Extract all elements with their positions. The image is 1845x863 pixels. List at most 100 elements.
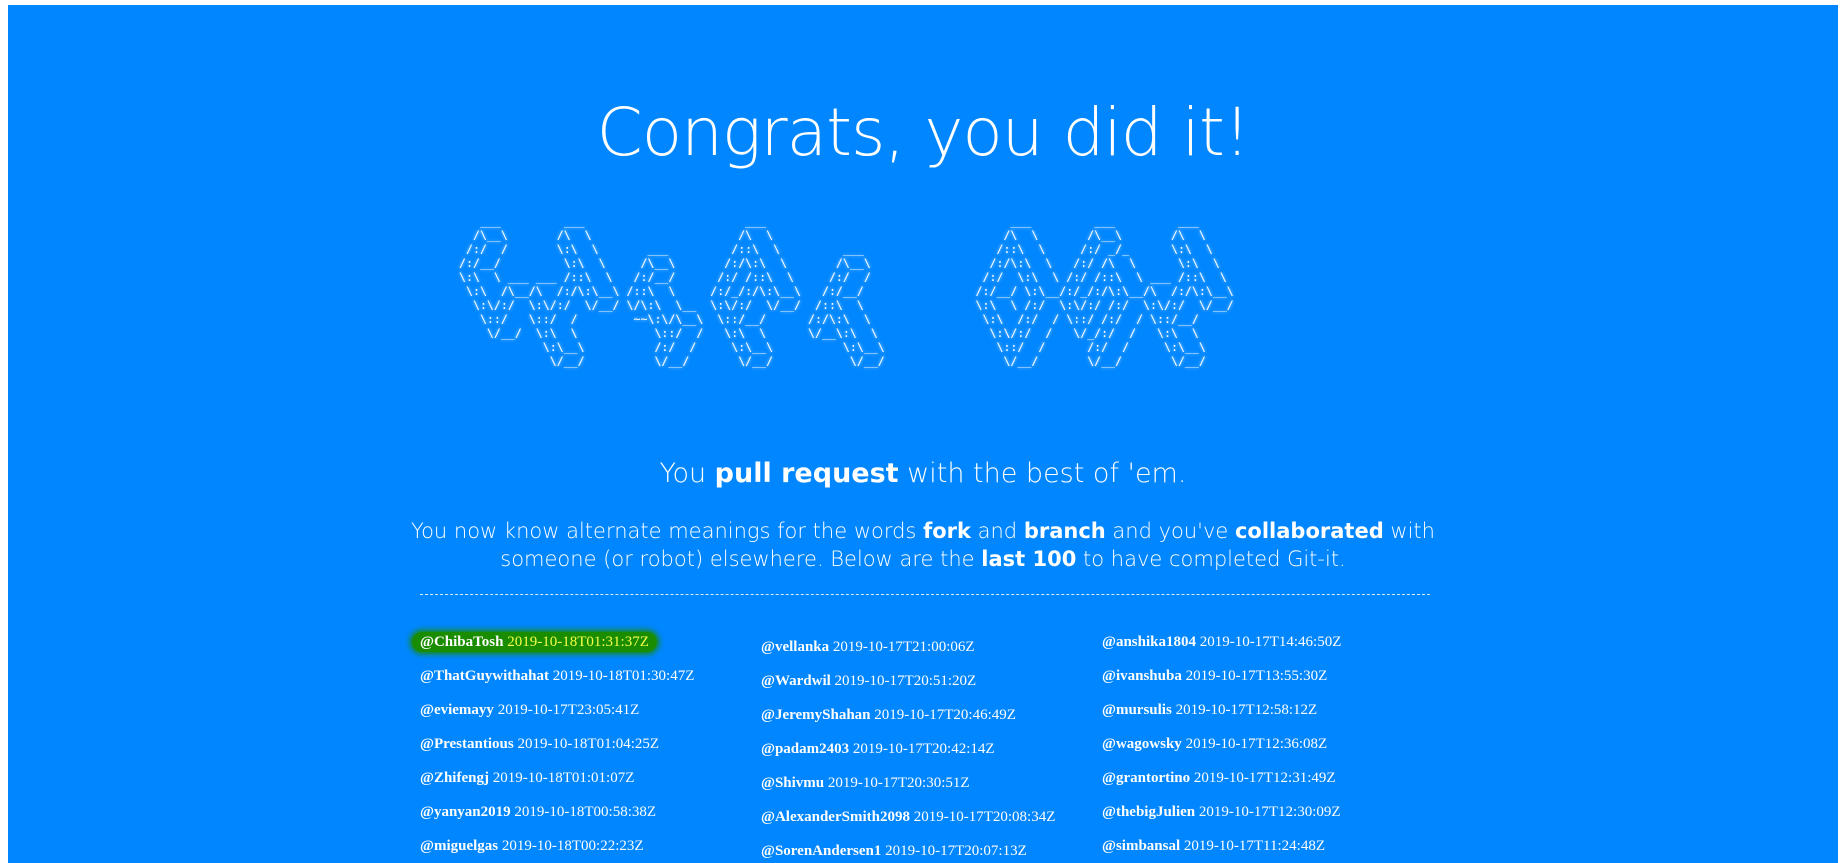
completion-timestamp: 2019-10-17T13:55:30Z bbox=[1185, 668, 1328, 684]
completion-entry: @wagowsky 2019-10-17T12:36:08Z bbox=[1102, 736, 1327, 752]
description-bold-branch: branch bbox=[1023, 519, 1106, 543]
completion-item: @vellanka 2019-10-17T21:00:06Z bbox=[761, 630, 1055, 664]
page-background: Congrats, you did it! ___ ___ ___ ___ __… bbox=[8, 5, 1838, 863]
completion-timestamp: 2019-10-17T20:08:34Z bbox=[913, 809, 1056, 825]
user-link[interactable]: @wagowsky bbox=[1102, 736, 1182, 752]
completions-column-1: @ChibaTosh 2019-10-18T01:31:37Z @ThatGuyw… bbox=[412, 625, 694, 863]
user-link[interactable]: @Wardwil bbox=[761, 673, 831, 689]
completion-item: @padam2403 2019-10-17T20:42:14Z bbox=[761, 732, 1055, 766]
tagline: You pull request with the best of 'em. bbox=[8, 457, 1838, 491]
completion-item: @mursulis 2019-10-17T12:58:12Z bbox=[1102, 693, 1341, 727]
completion-item: @eviemayy 2019-10-17T23:05:41Z bbox=[420, 693, 694, 727]
completion-entry: @yanyan2019 2019-10-18T00:58:38Z bbox=[420, 804, 656, 820]
completion-item: @ThatGuywithahat 2019-10-18T01:30:47Z bbox=[420, 659, 694, 693]
completion-entry: @padam2403 2019-10-17T20:42:14Z bbox=[761, 741, 995, 757]
description-bold-fork: fork bbox=[923, 519, 971, 543]
user-link[interactable]: @Zhifengj bbox=[420, 770, 489, 786]
completion-timestamp: 2019-10-18T01:31:37Z bbox=[507, 634, 649, 650]
page-title: Congrats, you did it! bbox=[596, 94, 1251, 171]
user-link[interactable]: @ivanshuba bbox=[1102, 668, 1182, 684]
completions-column-2: @vellanka 2019-10-17T21:00:06Z @Wardwil 2… bbox=[761, 630, 1055, 863]
completion-entry: @Prestantious 2019-10-18T01:04:25Z bbox=[420, 736, 659, 752]
user-link[interactable]: @miguelgas bbox=[420, 838, 498, 854]
completion-item: @Zhifengj 2019-10-18T01:01:07Z bbox=[420, 761, 694, 795]
user-link[interactable]: @thebigJulien bbox=[1102, 804, 1195, 820]
completion-item: @SorenAndersen1 2019-10-17T20:07:13Z bbox=[761, 834, 1055, 863]
tagline-pre: You bbox=[659, 458, 715, 489]
completion-timestamp: 2019-10-17T20:51:20Z bbox=[834, 673, 977, 689]
completion-timestamp: 2019-10-17T11:24:48Z bbox=[1183, 838, 1325, 854]
user-link[interactable]: @padam2403 bbox=[761, 741, 849, 757]
completion-timestamp: 2019-10-17T23:05:41Z bbox=[497, 702, 640, 718]
ascii-art-banner: ___ ___ ___ ___ ___ ___ /\__\ /\ \ /\ \ … bbox=[459, 214, 1234, 368]
user-link[interactable]: @anshika1804 bbox=[1102, 634, 1196, 650]
completion-entry: @ivanshuba 2019-10-17T13:55:30Z bbox=[1102, 668, 1327, 684]
completion-entry: @Shivmu 2019-10-17T20:30:51Z bbox=[761, 775, 970, 791]
user-link[interactable]: @Shivmu bbox=[761, 775, 824, 791]
completion-item: @wagowsky 2019-10-17T12:36:08Z bbox=[1102, 727, 1341, 761]
completion-entry: @eviemayy 2019-10-17T23:05:41Z bbox=[420, 702, 639, 718]
completion-timestamp: 2019-10-18T01:30:47Z bbox=[552, 668, 695, 684]
user-link[interactable]: @Prestantious bbox=[420, 736, 514, 752]
user-link[interactable]: @grantortino bbox=[1102, 770, 1190, 786]
completion-entry: @SorenAndersen1 2019-10-17T20:07:13Z bbox=[761, 843, 1027, 859]
completion-item: @ChibaTosh 2019-10-18T01:31:37Z bbox=[412, 625, 694, 659]
completions-column-3: @anshika1804 2019-10-17T14:46:50Z @ivansh… bbox=[1102, 625, 1341, 863]
user-link[interactable]: @mursulis bbox=[1102, 702, 1172, 718]
completion-timestamp: 2019-10-18T00:22:23Z bbox=[501, 838, 644, 854]
tagline-post: with the best of 'em. bbox=[898, 458, 1187, 489]
completion-timestamp: 2019-10-17T20:46:49Z bbox=[874, 707, 1016, 723]
user-link[interactable]: @ChibaTosh bbox=[420, 634, 503, 650]
completion-item: @AlexanderSmith2098 2019-10-17T20:08:34Z bbox=[761, 800, 1055, 834]
completion-timestamp: 2019-10-17T12:58:12Z bbox=[1175, 702, 1318, 718]
user-link[interactable]: @ThatGuywithahat bbox=[420, 668, 549, 684]
completion-entry: @mursulis 2019-10-17T12:58:12Z bbox=[1102, 702, 1317, 718]
description-bold-last-100: last 100 bbox=[981, 547, 1077, 571]
completion-entry: @Zhifengj 2019-10-18T01:01:07Z bbox=[420, 770, 634, 786]
completion-entry: @ThatGuywithahat 2019-10-18T01:30:47Z bbox=[420, 668, 694, 684]
completion-item: @anshika1804 2019-10-17T14:46:50Z bbox=[1102, 625, 1341, 659]
description-text: and you've bbox=[1105, 519, 1235, 543]
completion-entry: @JeremyShahan 2019-10-17T20:46:49Z bbox=[761, 707, 1016, 723]
completion-timestamp: 2019-10-17T12:30:09Z bbox=[1198, 804, 1341, 820]
completion-timestamp: 2019-10-18T01:01:07Z bbox=[492, 770, 635, 786]
completion-timestamp: 2019-10-17T12:36:08Z bbox=[1185, 736, 1328, 752]
completion-timestamp: 2019-10-17T21:00:06Z bbox=[832, 639, 975, 655]
description: You now know alternate meanings for the … bbox=[393, 517, 1453, 573]
completion-item: @Wardwil 2019-10-17T20:51:20Z bbox=[761, 664, 1055, 698]
completion-timestamp: 2019-10-17T20:42:14Z bbox=[852, 741, 995, 757]
completion-entry: @AlexanderSmith2098 2019-10-17T20:08:34Z bbox=[761, 809, 1055, 825]
completion-item: @yanyan2019 2019-10-18T00:58:38Z bbox=[420, 795, 694, 829]
completion-item: @grantortino 2019-10-17T12:31:49Z bbox=[1102, 761, 1341, 795]
completion-entry: @grantortino 2019-10-17T12:31:49Z bbox=[1102, 770, 1336, 786]
user-link[interactable]: @eviemayy bbox=[420, 702, 494, 718]
description-text: and bbox=[970, 519, 1024, 543]
description-bold-collaborated: collaborated bbox=[1234, 519, 1384, 543]
completion-entry: @simbansal 2019-10-17T11:24:48Z bbox=[1102, 838, 1325, 854]
user-link[interactable]: @simbansal bbox=[1102, 838, 1180, 854]
completion-entry: @anshika1804 2019-10-17T14:46:50Z bbox=[1102, 634, 1341, 650]
completion-entry: @miguelgas 2019-10-18T00:22:23Z bbox=[420, 838, 644, 854]
completion-item: @thebigJulien 2019-10-17T12:30:09Z bbox=[1102, 795, 1341, 829]
completion-timestamp: 2019-10-17T12:31:49Z bbox=[1193, 770, 1336, 786]
completion-item: @JeremyShahan 2019-10-17T20:46:49Z bbox=[761, 698, 1055, 732]
user-link[interactable]: @SorenAndersen1 bbox=[761, 843, 881, 859]
completion-entry: @vellanka 2019-10-17T21:00:06Z bbox=[761, 639, 975, 655]
user-link[interactable]: @yanyan2019 bbox=[420, 804, 511, 820]
description-text: to have completed Git-it. bbox=[1076, 547, 1346, 571]
completion-entry: @thebigJulien 2019-10-17T12:30:09Z bbox=[1102, 804, 1341, 820]
dashed-divider bbox=[420, 594, 1430, 595]
description-text: You now know alternate meanings for the … bbox=[411, 519, 924, 543]
completion-timestamp: 2019-10-17T14:46:50Z bbox=[1199, 634, 1342, 650]
completion-timestamp: 2019-10-17T20:07:13Z bbox=[885, 843, 1027, 859]
completion-timestamp: 2019-10-18T00:58:38Z bbox=[514, 804, 657, 820]
user-link[interactable]: @vellanka bbox=[761, 639, 829, 655]
tagline-bold: pull request bbox=[714, 458, 899, 489]
completion-timestamp: 2019-10-18T01:04:25Z bbox=[517, 736, 660, 752]
user-link[interactable]: @AlexanderSmith2098 bbox=[761, 809, 910, 825]
completion-entry: @Wardwil 2019-10-17T20:51:20Z bbox=[761, 673, 976, 689]
user-link[interactable]: @JeremyShahan bbox=[761, 707, 871, 723]
completion-item: @simbansal 2019-10-17T11:24:48Z bbox=[1102, 829, 1341, 863]
completion-timestamp: 2019-10-17T20:30:51Z bbox=[827, 775, 970, 791]
completion-item: @Shivmu 2019-10-17T20:30:51Z bbox=[761, 766, 1055, 800]
